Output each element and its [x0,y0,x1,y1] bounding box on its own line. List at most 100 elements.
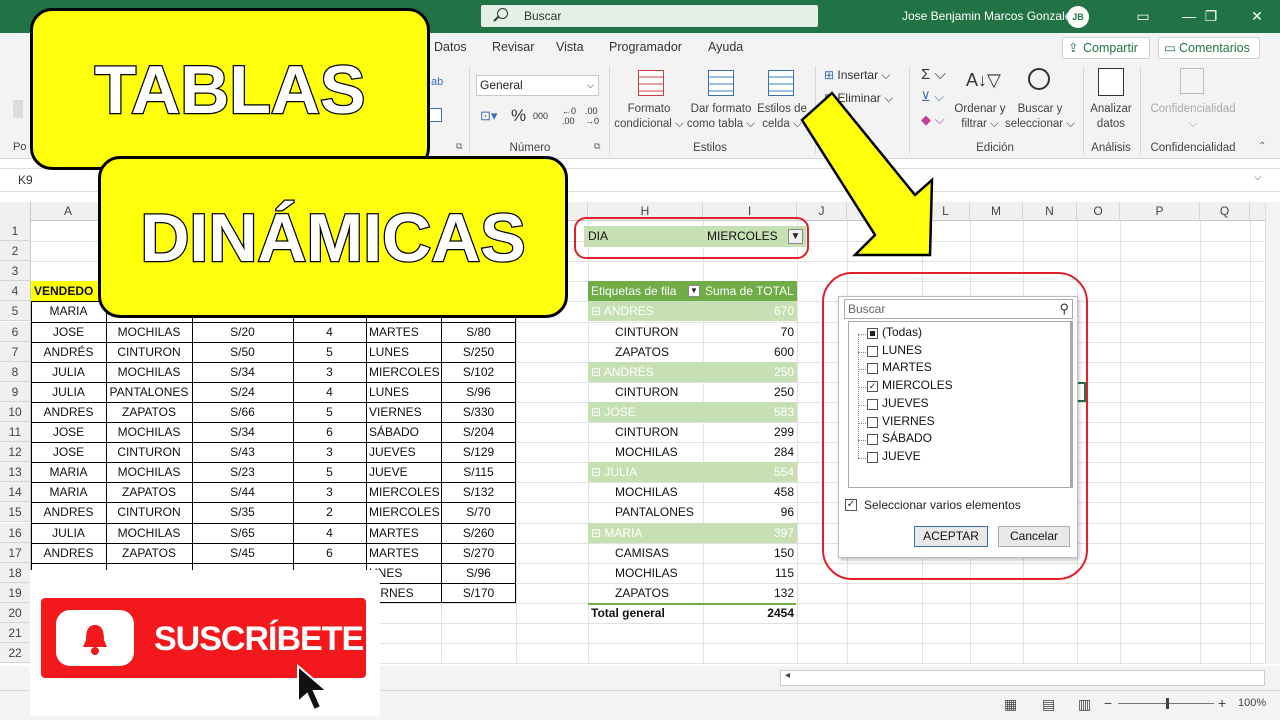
tree-connector [858,457,866,459]
vertical-scrollbar[interactable] [1265,202,1280,664]
row-header-14[interactable]: 14 [0,482,31,503]
pivot-header-sum: Suma de TOTAL [703,281,797,302]
pivot-item-value: 250 [773,384,794,399]
tree-connector [858,404,866,406]
normal-view-icon[interactable]: ▦ [1004,696,1017,713]
pivot-item-label: PANTALONES [615,505,694,520]
row-header-15[interactable]: 15 [0,502,31,523]
filter-item-label[interactable]: MARTES [882,360,932,374]
zoom-level[interactable]: 100% [1238,697,1266,709]
cancel-button[interactable]: Cancelar [998,526,1070,547]
checkbox-jueves[interactable] [867,398,878,410]
checkbox-jueve[interactable] [867,451,878,463]
pivot-item-label: MOCHILAS [615,445,678,460]
checkbox-sábado[interactable] [867,434,878,446]
tree-connector [858,351,866,353]
filter-highlight [574,217,809,259]
scroll-left-icon[interactable]: ◂ [785,670,790,681]
table-border [31,422,516,423]
checkbox-miercoles[interactable]: ✓ [867,381,878,393]
table-border [31,442,516,444]
row-header-11[interactable]: 11 [0,422,31,443]
table-border [366,301,367,603]
dialog-search-input[interactable]: Buscar ⚲ [844,299,1073,319]
ok-button[interactable]: ACEPTAR [914,526,988,547]
checkbox-viernes[interactable] [867,416,878,428]
row-header-8[interactable]: 8 [0,361,31,382]
table-border [31,401,516,403]
multi-select-checkbox[interactable]: ✓ [845,499,857,511]
filter-item-label[interactable]: VIERNES [882,414,935,428]
row-header-3[interactable]: 3 [0,261,31,282]
source-header-vendedor: VENDEDO [31,281,106,302]
bell-icon [83,625,107,655]
pivot-grand-label: Total general [591,605,665,620]
row-header-4[interactable]: 4 [0,281,31,302]
row-header-5[interactable]: 5 [0,301,31,322]
row-header-12[interactable]: 12 [0,442,31,463]
table-border [31,321,516,323]
pivot-item-value: 70 [780,324,794,339]
pivot-group-total: 250 [703,361,797,382]
table-border [31,341,516,343]
checkbox-lunes[interactable] [867,345,878,357]
row-header-10[interactable]: 10 [0,401,31,422]
checkbox-martes[interactable] [867,363,878,375]
pivot-item-label: CINTURON [615,324,679,339]
pivot-group-total: 554 [703,462,797,483]
table-border [31,482,516,484]
pivot-item-label: ZAPATOS [615,585,670,600]
table-border [31,562,516,564]
multi-select-label: Seleccionar varios elementos [864,498,1021,512]
pivot-group-total: 397 [703,522,797,543]
filter-item-label[interactable]: JUEVE [882,449,921,463]
pivot-item-value: 150 [773,545,794,560]
pivot-header-rows: Etiquetas de fila [588,281,703,302]
page-break-icon[interactable]: ▥ [1078,696,1091,713]
table-border [31,381,516,383]
row-header-7[interactable]: 7 [0,341,31,362]
table-border [31,462,516,464]
table-border [31,502,516,504]
filter-item-label[interactable]: LUNES [882,343,922,357]
pivot-group-label: ⊟ JOSE [588,401,703,422]
zoom-out-icon[interactable]: − [1104,695,1112,711]
pointer-arrow [800,91,934,257]
table-border [31,361,516,363]
dialog-search-placeholder: Buscar [848,302,886,316]
filter-item-label[interactable]: (Todas) [882,325,922,339]
pivot-item-value: 132 [773,585,794,600]
row-labels-filter-icon[interactable]: ▼ [688,285,700,298]
title-tablas: TABLAS [30,8,430,170]
page-layout-icon[interactable]: ▤ [1042,696,1055,713]
pivot-group-label: ⊟ ANDRES [588,301,703,322]
row-header-16[interactable]: 16 [0,522,31,543]
row-header-17[interactable]: 17 [0,542,31,563]
row-header-13[interactable]: 13 [0,462,31,483]
row-header-9[interactable]: 9 [0,381,31,402]
row-header-18[interactable]: 18 [0,562,31,583]
row-header-6[interactable]: 6 [0,321,31,342]
filter-item-label[interactable]: JUEVES [882,396,929,410]
row-header-19[interactable]: 19 [0,582,31,603]
source-table-border [31,301,516,603]
checkbox-todas[interactable] [867,328,878,339]
table-border [106,301,107,603]
zoom-slider-thumb[interactable] [1166,698,1169,709]
row-header-21[interactable]: 21 [0,623,31,644]
horizontal-scrollbar[interactable] [780,670,1265,686]
filter-item-label[interactable]: SÁBADO [882,431,932,445]
filter-item-label[interactable]: MIERCOLES [882,378,953,392]
row-header-1[interactable]: 1 [0,221,31,242]
cursor-icon [297,664,330,712]
table-border [441,301,442,603]
row-header-2[interactable]: 2 [0,241,31,262]
table-border [192,301,193,603]
row-header-20[interactable]: 20 [0,602,31,623]
table-border [293,301,294,603]
subscribe-label: SUSCRÍBETE [154,620,364,658]
tree-connector [858,334,859,458]
zoom-in-icon[interactable]: + [1218,695,1226,711]
select-all-corner[interactable] [0,202,31,221]
row-header-22[interactable]: 22 [0,643,31,664]
